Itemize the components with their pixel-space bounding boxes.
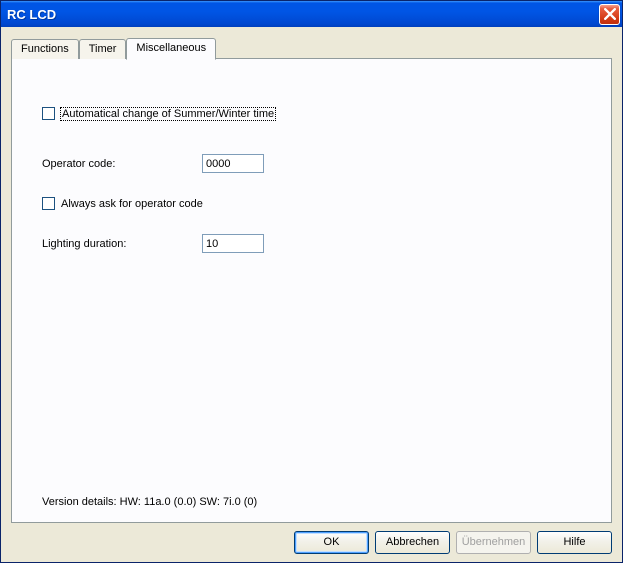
dialog-window: RC LCD Functions Timer Miscellaneous Aut… xyxy=(0,0,623,563)
tab-timer[interactable]: Timer xyxy=(79,39,127,59)
tab-label: Timer xyxy=(89,43,117,55)
client-area: Functions Timer Miscellaneous Automatica… xyxy=(1,27,622,562)
row-auto-summer-winter: Automatical change of Summer/Winter time xyxy=(42,107,581,120)
tab-functions[interactable]: Functions xyxy=(11,39,79,59)
close-button[interactable] xyxy=(599,4,620,25)
row-always-ask: Always ask for operator code xyxy=(42,197,581,210)
window-title: RC LCD xyxy=(7,7,599,22)
input-lighting-duration[interactable] xyxy=(202,234,264,253)
dialog-button-row: OK Abbrechen Übernehmen Hilfe xyxy=(11,523,612,554)
help-button[interactable]: Hilfe xyxy=(537,531,612,554)
tab-miscellaneous[interactable]: Miscellaneous xyxy=(126,38,216,60)
checkbox-always-ask[interactable] xyxy=(42,197,55,210)
tabstrip: Functions Timer Miscellaneous xyxy=(11,37,612,59)
ok-button[interactable]: OK xyxy=(294,531,369,554)
label-auto-summer-winter[interactable]: Automatical change of Summer/Winter time xyxy=(61,108,275,120)
row-lighting-duration: Lighting duration: xyxy=(42,234,581,253)
button-label: OK xyxy=(324,536,340,548)
row-operator-code: Operator code: xyxy=(42,154,581,173)
checkbox-auto-summer-winter[interactable] xyxy=(42,107,55,120)
input-operator-code[interactable] xyxy=(202,154,264,173)
tab-label: Functions xyxy=(21,43,69,55)
label-always-ask[interactable]: Always ask for operator code xyxy=(61,198,203,210)
titlebar: RC LCD xyxy=(1,1,622,27)
button-label: Abbrechen xyxy=(386,536,439,548)
label-operator-code: Operator code: xyxy=(42,158,202,170)
tab-panel-miscellaneous: Automatical change of Summer/Winter time… xyxy=(11,58,612,523)
label-lighting-duration: Lighting duration: xyxy=(42,238,202,250)
close-icon xyxy=(604,8,616,20)
apply-button: Übernehmen xyxy=(456,531,531,554)
cancel-button[interactable]: Abbrechen xyxy=(375,531,450,554)
button-label: Hilfe xyxy=(563,536,585,548)
tab-label: Miscellaneous xyxy=(136,42,206,54)
version-details: Version details: HW: 11a.0 (0.0) SW: 7i.… xyxy=(42,496,257,508)
button-label: Übernehmen xyxy=(462,536,526,548)
